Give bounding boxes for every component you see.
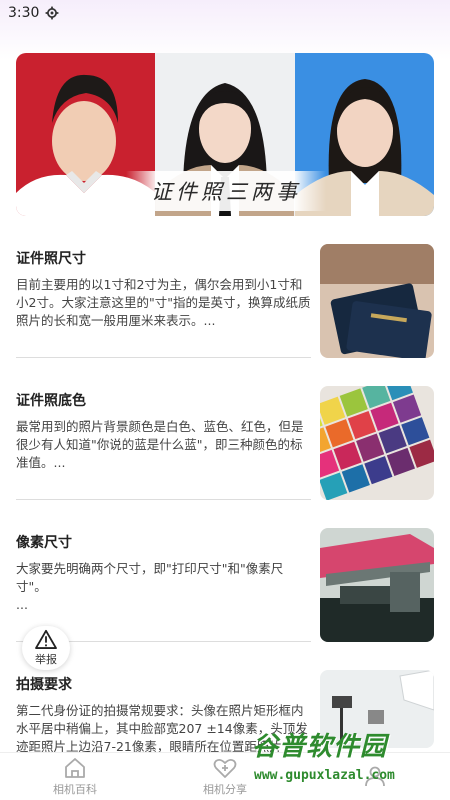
divider: [16, 499, 311, 500]
article-card-background-color[interactable]: 证件照底色 最常用到的照片背景颜色是白色、蓝色、红色，但是很少有人知道"你说的蓝…: [16, 386, 434, 504]
article-description: 大家要先明确两个尺寸，即"打印尺寸"和"像素尺寸"。 ...: [16, 561, 284, 612]
tab-label: 相机分享: [203, 782, 247, 796]
article-thumbnail-passports: [320, 244, 434, 358]
banner-title: 证件照三两事: [126, 171, 326, 211]
article-description: 目前主要用的以1寸和2寸为主，偶尔会用到小1寸和小2寸。大家注意这里的"寸"指的…: [16, 277, 311, 328]
report-button[interactable]: 举报: [22, 626, 70, 670]
article-card-photo-size[interactable]: 证件照尺寸 目前主要用的以1寸和2寸为主，偶尔会用到小1寸和小2寸。大家注意这里…: [16, 244, 434, 362]
warning-icon: [35, 629, 57, 649]
tab-profile[interactable]: [300, 753, 450, 800]
banner-carousel[interactable]: 证件照三两事: [16, 53, 434, 216]
tab-camera-share[interactable]: 相机分享: [150, 753, 300, 800]
status-time: 3:30: [8, 5, 40, 21]
gear-icon: [46, 6, 59, 20]
article-title: 拍摄要求: [16, 677, 72, 693]
divider: [16, 357, 311, 358]
tab-label: 相机百科: [53, 782, 97, 796]
article-card-pixel-size[interactable]: 像素尺寸 大家要先明确两个尺寸，即"打印尺寸"和"像素尺寸"。 ...: [16, 528, 434, 646]
report-label: 举报: [35, 653, 57, 666]
tab-camera-wiki[interactable]: 相机百科: [0, 753, 150, 800]
article-description: 第二代身份证的拍摄常规要求：头像在照片矩形框内水平居中稍偏上，其中脸部宽207 …: [16, 703, 308, 754]
article-thumbnail-color-swatches: [320, 386, 434, 500]
article-title: 证件照底色: [16, 393, 86, 409]
user-icon: [365, 766, 385, 786]
article-title: 证件照尺寸: [16, 251, 86, 267]
article-description: 最常用到的照片背景颜色是白色、蓝色、红色，但是很少有人知道"你说的蓝是什么蓝"，…: [16, 419, 304, 470]
status-bar: 3:30: [0, 0, 450, 26]
article-title: 像素尺寸: [16, 535, 72, 551]
home-icon: [65, 757, 85, 778]
article-thumbnail-printing: [320, 528, 434, 642]
heart-add-icon: [213, 758, 237, 778]
bottom-tab-bar: 相机百科 相机分享: [0, 752, 450, 800]
article-thumbnail-studio: [320, 670, 434, 748]
